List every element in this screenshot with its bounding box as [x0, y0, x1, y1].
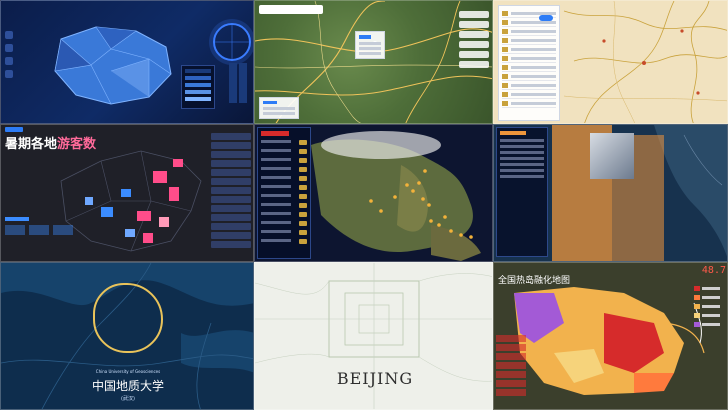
tile-beijing-map[interactable]: BEIJING	[254, 262, 493, 410]
list-item[interactable]	[261, 212, 307, 219]
tool-button[interactable]	[459, 41, 489, 48]
dashboard-title: 全国热岛融化地图	[498, 276, 571, 286]
stats-panel	[5, 217, 77, 251]
legend-panel	[259, 97, 299, 119]
logo-badge	[5, 127, 23, 132]
university-name-en: China University of Geosciences	[95, 369, 161, 374]
list-item[interactable]	[261, 239, 307, 246]
search-input[interactable]	[259, 5, 323, 14]
campus-outline[interactable]	[93, 283, 163, 353]
map-collage: 暑期各地游客数 China University of Geosciences …	[0, 0, 728, 410]
ranking-list[interactable]	[211, 133, 251, 255]
list-item[interactable]	[261, 149, 307, 156]
list-item[interactable]	[261, 176, 307, 183]
tile-satellite-swath[interactable]	[493, 124, 728, 262]
scene-thumbnail[interactable]	[590, 133, 634, 179]
list-item[interactable]	[261, 167, 307, 174]
list-item[interactable]	[261, 194, 307, 201]
university-name-cn: 中国地质大学	[91, 379, 164, 393]
tile-regional-dashboard[interactable]	[0, 0, 254, 124]
list-item[interactable]	[261, 203, 307, 210]
tile-heat-map[interactable]: 全国热岛融化地图 48.7	[493, 262, 728, 410]
filter-panel[interactable]	[496, 127, 548, 257]
tool-button[interactable]	[459, 11, 489, 18]
city-ranking[interactable]	[496, 335, 526, 401]
info-popup[interactable]	[355, 31, 385, 59]
tile-port-map[interactable]	[254, 124, 493, 262]
list-item[interactable]	[261, 230, 307, 237]
university-campus: (武汉)	[121, 396, 135, 402]
cross-lines	[215, 25, 251, 103]
tool-button[interactable]	[459, 61, 489, 68]
city-markers	[602, 29, 700, 95]
world-map[interactable]	[311, 125, 493, 262]
tile-campus-map[interactable]: China University of Geosciences 中国地质大学 (…	[0, 262, 254, 410]
list-item[interactable]	[261, 185, 307, 192]
tile-satellite-map[interactable]	[254, 0, 493, 124]
tile-boundary-map[interactable]	[493, 0, 728, 124]
heat-legend	[694, 285, 726, 341]
port-list-panel[interactable]	[257, 127, 311, 259]
tool-button[interactable]	[459, 21, 489, 28]
list-item[interactable]	[261, 140, 307, 147]
list-item[interactable]	[261, 221, 307, 228]
city-title: BEIJING	[336, 369, 414, 388]
right-toolbar	[459, 11, 489, 73]
tool-button[interactable]	[459, 51, 489, 58]
tool-button[interactable]	[459, 31, 489, 38]
temperature-readout: 48.7	[701, 265, 726, 276]
list-item[interactable]	[261, 158, 307, 165]
tile-tourism-map[interactable]: 暑期各地游客数	[0, 124, 254, 262]
